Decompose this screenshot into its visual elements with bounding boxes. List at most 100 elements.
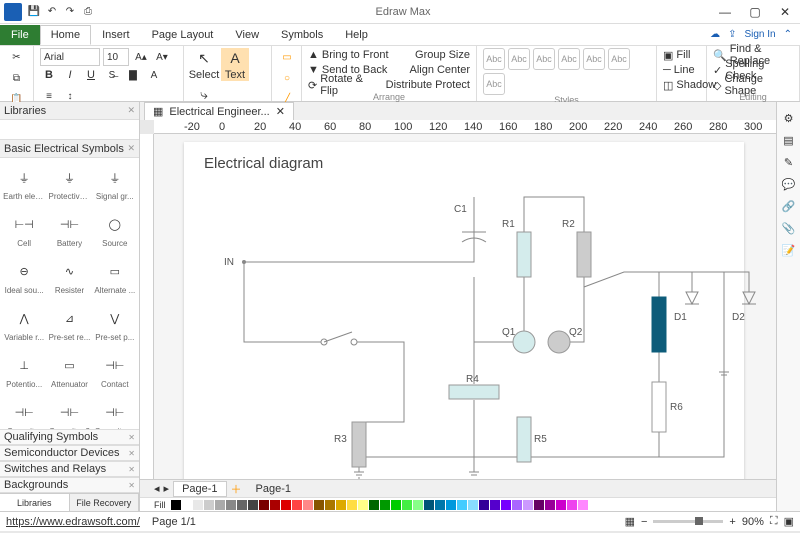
page-tab[interactable]: Page-1 — [173, 481, 226, 497]
prev-page-icon[interactable]: ◂ — [154, 482, 160, 495]
symbol-Alternate-[interactable]: ▭Alternate ... — [93, 254, 137, 300]
style-preset-3[interactable]: Abc — [533, 48, 555, 70]
symbol-Cell[interactable]: ⊢⊣Cell — [2, 207, 46, 253]
document-tab[interactable]: ▦Electrical Engineer...✕ — [144, 102, 294, 120]
symbol-Capacitor-[interactable]: ⊣⊢Capacitor... — [93, 395, 137, 429]
color-swatch[interactable] — [545, 500, 555, 510]
font-family-select[interactable] — [40, 48, 100, 66]
fullscreen-icon[interactable]: ▣ — [784, 515, 794, 528]
lib-section[interactable]: Semiconductor Devices✕ — [0, 445, 139, 461]
close-icon[interactable]: ✕ — [128, 433, 135, 442]
note-icon[interactable]: 📝 — [781, 242, 797, 258]
color-swatch[interactable] — [314, 500, 324, 510]
line-button[interactable]: ─Line — [663, 63, 700, 77]
close-icon[interactable]: ✕ — [128, 481, 135, 490]
distribute-button[interactable]: Distribute — [386, 79, 432, 91]
color-swatch[interactable] — [204, 500, 214, 510]
color-swatch[interactable] — [413, 500, 423, 510]
style-preset-5[interactable]: Abc — [583, 48, 605, 70]
menu-home[interactable]: Home — [40, 25, 91, 45]
color-swatch[interactable] — [325, 500, 335, 510]
format-icon[interactable]: ⚙ — [781, 110, 797, 126]
status-url[interactable]: https://www.edrawsoft.com/ — [6, 516, 140, 528]
color-swatch[interactable] — [248, 500, 258, 510]
symbol-Variable-r-[interactable]: ⋀Variable r... — [2, 301, 46, 347]
color-swatch[interactable] — [402, 500, 412, 510]
color-swatch[interactable] — [523, 500, 533, 510]
symbol-Resister[interactable]: ∿Resister — [47, 254, 91, 300]
color-swatch[interactable] — [490, 500, 500, 510]
symbol-Attenuator[interactable]: ▭Attenuator — [47, 348, 91, 394]
close-panel-icon[interactable]: ✕ — [127, 105, 135, 116]
color-swatch[interactable] — [578, 500, 588, 510]
style-preset-2[interactable]: Abc — [508, 48, 530, 70]
collapse-ribbon-icon[interactable]: ⌃ — [784, 29, 792, 40]
style-preset-1[interactable]: Abc — [483, 48, 505, 70]
fit-page-icon[interactable]: ⛶ — [770, 515, 778, 528]
color-swatch[interactable] — [171, 500, 181, 510]
color-swatch[interactable] — [424, 500, 434, 510]
color-swatch[interactable] — [270, 500, 280, 510]
font-color-icon[interactable]: A — [145, 66, 163, 84]
color-swatch[interactable] — [237, 500, 247, 510]
style-preset-7[interactable]: Abc — [483, 73, 505, 95]
group-button[interactable]: Group — [415, 49, 446, 61]
close-icon[interactable]: ✕ — [128, 449, 135, 458]
color-swatch[interactable] — [501, 500, 511, 510]
circle-shape-icon[interactable]: ○ — [278, 69, 296, 87]
next-page-icon[interactable]: ▸ — [164, 482, 170, 495]
library-search-input[interactable] — [4, 124, 136, 135]
color-swatch[interactable] — [182, 500, 192, 510]
color-swatch[interactable] — [435, 500, 445, 510]
size-button[interactable]: Size — [449, 49, 470, 61]
decrease-font-icon[interactable]: A▾ — [153, 48, 171, 66]
symbol-Potentio-[interactable]: ⊥Potentio... — [2, 348, 46, 394]
symbol-Pre-set-p-[interactable]: ⋁Pre-set p... — [93, 301, 137, 347]
increase-font-icon[interactable]: A▴ — [132, 48, 150, 66]
sign-in-link[interactable]: Sign In — [744, 29, 775, 40]
menu-view[interactable]: View — [224, 25, 270, 45]
minimize-button[interactable]: — — [710, 0, 740, 24]
lib-section[interactable]: Switches and Relays✕ — [0, 461, 139, 477]
symbol-Ideal-sou-[interactable]: ⊖Ideal sou... — [2, 254, 46, 300]
drawing-page[interactable]: Electrical diagram C1 IN R1 R2 Q1 — [184, 142, 744, 479]
menu-insert[interactable]: Insert — [91, 25, 141, 45]
cut-icon[interactable]: ✂ — [8, 48, 26, 66]
lib-section[interactable]: Backgrounds✕ — [0, 477, 139, 493]
symbol-Battery[interactable]: ⊣⊢Battery — [47, 207, 91, 253]
menu-page-layout[interactable]: Page Layout — [141, 25, 225, 45]
color-swatch[interactable] — [556, 500, 566, 510]
color-swatch[interactable] — [468, 500, 478, 510]
save-icon[interactable]: 💾 — [26, 4, 42, 20]
fill-button[interactable]: ▣Fill — [663, 48, 700, 62]
underline-icon[interactable]: U — [82, 66, 100, 84]
style-preset-4[interactable]: Abc — [558, 48, 580, 70]
print-icon[interactable]: ⎙ — [80, 4, 96, 20]
color-swatch[interactable] — [347, 500, 357, 510]
view-mode-icon[interactable]: ▦ — [625, 515, 635, 528]
copy-icon[interactable]: ⧉ — [8, 69, 26, 87]
color-swatch[interactable] — [259, 500, 269, 510]
undo-icon[interactable]: ↶ — [44, 4, 60, 20]
redo-icon[interactable]: ↷ — [62, 4, 78, 20]
color-swatch[interactable] — [193, 500, 203, 510]
zoom-out-icon[interactable]: − — [641, 516, 647, 528]
color-swatch[interactable] — [336, 500, 346, 510]
menu-help[interactable]: Help — [334, 25, 379, 45]
color-swatch[interactable] — [457, 500, 467, 510]
color-swatch[interactable] — [292, 500, 302, 510]
close-doc-icon[interactable]: ✕ — [276, 105, 285, 118]
rotate-flip-button[interactable]: ⟳Rotate & FlipDistributeProtect — [308, 78, 470, 92]
color-swatch[interactable] — [479, 500, 489, 510]
color-swatch[interactable] — [226, 500, 236, 510]
canvas[interactable]: Electrical diagram C1 IN R1 R2 Q1 — [154, 134, 776, 479]
attachment-icon[interactable]: 📎 — [781, 220, 797, 236]
color-swatch[interactable] — [567, 500, 577, 510]
maximize-button[interactable]: ▢ — [740, 0, 770, 24]
zoom-in-icon[interactable]: + — [729, 516, 735, 528]
symbol-Capacitor[interactable]: ⊣⊢Capacitor — [2, 395, 46, 429]
symbol-Contact[interactable]: ⊣⊢Contact — [93, 348, 137, 394]
symbol-Pre-set-re-[interactable]: ⊿Pre-set re... — [47, 301, 91, 347]
bold-icon[interactable]: B — [40, 66, 58, 84]
font-size-select[interactable] — [103, 48, 129, 66]
